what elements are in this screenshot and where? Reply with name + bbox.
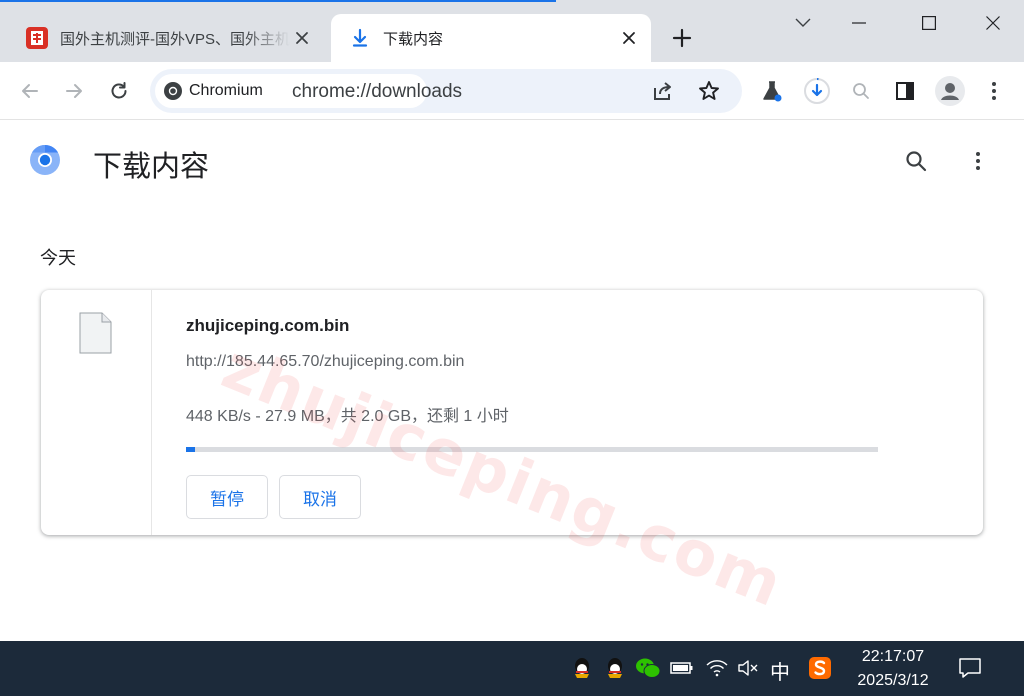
tab-strip-accent-line: [0, 0, 556, 2]
browser-toolbar: Chromium chrome://downloads: [0, 62, 1024, 120]
bookmark-button[interactable]: [693, 75, 725, 107]
speaker-muted-icon[interactable]: [734, 654, 762, 682]
taskbar: 中 22:17:07 2025/3/12: [0, 641, 1024, 696]
tab-title: 下载内容: [383, 30, 444, 48]
file-icon-column: [41, 290, 152, 535]
arrow-left-icon: [22, 84, 38, 98]
file-source-url[interactable]: http://185.44.65.70/zhujiceping.com.bin: [186, 353, 464, 371]
download-item-card: zhujiceping.com.bin http://185.44.65.70/…: [41, 290, 983, 535]
back-button[interactable]: [14, 75, 46, 107]
plus-icon: [672, 28, 692, 48]
share-button[interactable]: [647, 75, 679, 107]
labs-button[interactable]: [756, 75, 788, 107]
ime-indicator[interactable]: 中: [770, 656, 790, 685]
download-icon: [352, 28, 368, 47]
arrow-right-icon: [66, 84, 82, 98]
close-window-button[interactable]: [970, 8, 1016, 38]
more-vertical-icon: [976, 152, 980, 170]
pause-button[interactable]: 暂停: [186, 475, 268, 519]
share-icon: [654, 82, 671, 100]
file-name[interactable]: zhujiceping.com.bin: [186, 316, 349, 336]
reload-button[interactable]: [103, 75, 135, 107]
download-progress-icon: [804, 78, 830, 104]
maximize-button[interactable]: [906, 8, 952, 38]
downloads-menu-button[interactable]: [962, 145, 994, 177]
tab-close-icon[interactable]: [617, 26, 641, 50]
maximize-icon: [922, 16, 936, 30]
notification-center-icon[interactable]: [956, 654, 984, 682]
tab-strip: 国外主机测评-国外VPS、国外主机 下载内容: [0, 0, 1024, 62]
chevron-down-icon: [795, 18, 811, 27]
more-vertical-icon: [992, 82, 996, 100]
search-icon: [906, 151, 927, 172]
side-panel-icon: [896, 82, 914, 100]
search-icon: [853, 83, 869, 99]
minimize-icon: [852, 22, 866, 24]
address-bar[interactable]: Chromium chrome://downloads: [150, 69, 742, 113]
avatar-icon: [935, 76, 965, 106]
page-title: 下载内容: [93, 151, 210, 183]
system-clock[interactable]: 22:17:07 2025/3/12: [848, 645, 938, 693]
site-favicon-icon: [26, 27, 48, 49]
profile-button[interactable]: [934, 75, 966, 107]
star-icon: [699, 81, 719, 100]
chromium-logo-icon: [30, 145, 60, 175]
tab-close-icon[interactable]: [290, 26, 314, 50]
download-progress-bar: [186, 447, 878, 452]
download-status: 448 KB/s - 27.9 MB，共 2.0 GB，还剩 1 小时: [186, 408, 509, 425]
clock-time: 22:17:07: [861, 648, 925, 665]
cancel-button[interactable]: 取消: [279, 475, 361, 519]
flask-icon: [763, 81, 782, 102]
date-section-heading: 今天: [40, 248, 76, 268]
chromium-icon: [164, 82, 182, 100]
menu-button[interactable]: [978, 75, 1010, 107]
minimize-button[interactable]: [836, 8, 882, 38]
reload-icon: [111, 82, 127, 99]
site-info-label: Chromium: [189, 82, 263, 99]
sogou-input-icon[interactable]: [806, 654, 834, 682]
wifi-icon[interactable]: [703, 654, 731, 682]
search-tabs-button[interactable]: [845, 75, 877, 107]
qq-icon[interactable]: [568, 654, 596, 682]
search-downloads-button[interactable]: [900, 145, 932, 177]
tab-downloads[interactable]: 下载内容: [331, 14, 651, 62]
close-icon: [986, 16, 1000, 30]
downloads-button[interactable]: [801, 75, 833, 107]
qq-icon[interactable]: [601, 654, 629, 682]
side-panel-button[interactable]: [889, 75, 921, 107]
url-text[interactable]: chrome://downloads: [292, 81, 462, 103]
battery-icon[interactable]: [668, 654, 696, 682]
download-progress-fill: [186, 447, 195, 452]
clock-date: 2025/3/12: [857, 672, 929, 689]
forward-button[interactable]: [58, 75, 90, 107]
tab-zhujiceping[interactable]: 国外主机测评-国外VPS、国外主机: [14, 14, 324, 62]
wechat-icon[interactable]: [634, 654, 662, 682]
downloads-header: 下载内容: [0, 121, 1024, 201]
new-tab-button[interactable]: [668, 24, 696, 52]
file-icon: [79, 312, 112, 354]
tab-title: 国外主机测评-国外VPS、国外主机: [60, 30, 290, 48]
tab-search-button[interactable]: [780, 8, 826, 38]
